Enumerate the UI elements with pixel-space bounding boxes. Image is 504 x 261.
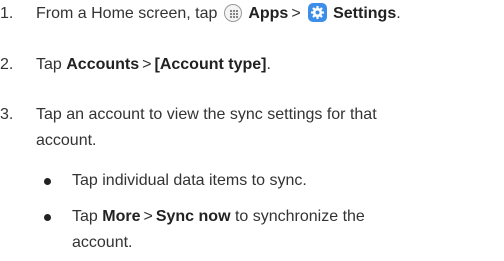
bullet-icon [44, 178, 51, 185]
period: . [396, 5, 401, 22]
instruction-list: 1. From a Home screen, tap Apps > Settin… [0, 0, 504, 261]
step-3-line-1: Tap an account to view the sync settings… [36, 106, 377, 123]
more-label: More [102, 208, 141, 225]
bullet-icon [44, 214, 51, 221]
bullet-text: Tap More > Sync now to synchronize the [72, 205, 365, 229]
accounts-label: Accounts [66, 56, 140, 73]
step-number: 1. [0, 5, 14, 22]
step-text: Tap Accounts > [Account type]. [36, 53, 271, 77]
step-number: 2. [0, 56, 14, 73]
sync-now-label: Sync now [155, 208, 231, 225]
step-1-text: From a Home screen, tap [36, 5, 218, 22]
step-3-line-2: account. [36, 132, 97, 149]
step-number: 3. [0, 106, 14, 123]
separator: > [143, 208, 153, 225]
settings-label: Settings [333, 5, 397, 22]
account-type-label: [Account type] [154, 56, 267, 73]
step-2-text: Tap [36, 56, 62, 73]
bullet-2-text-end: to synchronize the [234, 208, 365, 225]
separator: > [291, 5, 301, 22]
bullet-2-line-2: account. [72, 234, 133, 251]
bullet-2-text: Tap [72, 208, 98, 225]
period: . [266, 56, 271, 73]
apps-label: Apps [248, 5, 289, 22]
apps-grid-icon [223, 4, 242, 22]
settings-gear-icon [307, 3, 327, 22]
bullet-text: Tap individual data items to sync. [72, 172, 307, 189]
step-text: From a Home screen, tap Apps > Settings. [36, 2, 401, 26]
separator: > [142, 56, 152, 73]
